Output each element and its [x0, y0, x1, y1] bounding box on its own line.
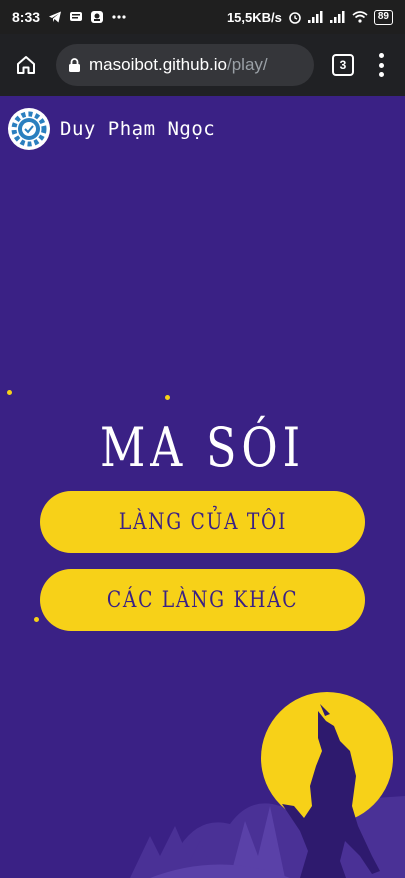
game-title: MA SÓI [99, 416, 306, 479]
user-profile[interactable]: Duy Phạm Ngọc [8, 108, 215, 150]
gear-avatar-icon [11, 111, 47, 147]
star-dot [34, 617, 39, 622]
home-button[interactable] [10, 49, 42, 81]
more-dots-icon [112, 15, 126, 19]
net-speed: 15,5KB/s [226, 9, 282, 25]
signal-icon [329, 11, 345, 23]
lock-icon [69, 58, 80, 72]
url-host: masoibot.github.io [89, 55, 227, 74]
my-village-label: LÀNG CỦA TÔI [118, 509, 287, 535]
menu-dot [378, 62, 384, 68]
star-dot [165, 395, 170, 400]
avatar[interactable] [8, 108, 50, 150]
app-icon [91, 11, 104, 23]
address-bar[interactable]: masoibot.github.io/play/ [56, 44, 314, 86]
home-icon [17, 56, 35, 74]
url-path: /play/ [226, 55, 268, 74]
menu-dot [378, 72, 384, 77]
telegram-icon [49, 11, 62, 23]
my-village-button[interactable]: LÀNG CỦA TÔI [40, 491, 365, 553]
clock: 8:33 [12, 9, 41, 25]
message-icon [70, 12, 83, 21]
alarm-icon [289, 12, 301, 24]
menu-dot [378, 53, 384, 58]
night-scene [130, 692, 405, 878]
menu-button[interactable] [376, 53, 386, 77]
status-bar: 8:33 15,5KB/s 89 [0, 0, 405, 34]
battery-icon: 89 [373, 9, 393, 25]
game-page: Duy Phạm Ngọc MA SÓI LÀNG CỦA TÔI CÁC LÀ… [0, 96, 405, 878]
wifi-icon [352, 11, 368, 23]
profile-name: Duy Phạm Ngọc [60, 118, 216, 140]
star-dot [7, 390, 12, 395]
signal-icon [307, 11, 323, 23]
other-villages-button[interactable]: CÁC LÀNG KHÁC [40, 569, 365, 631]
browser-toolbar: masoibot.github.io/play/ 3 [0, 34, 405, 96]
other-villages-label: CÁC LÀNG KHÁC [106, 587, 299, 613]
tabs-button[interactable]: 3 [332, 54, 354, 76]
